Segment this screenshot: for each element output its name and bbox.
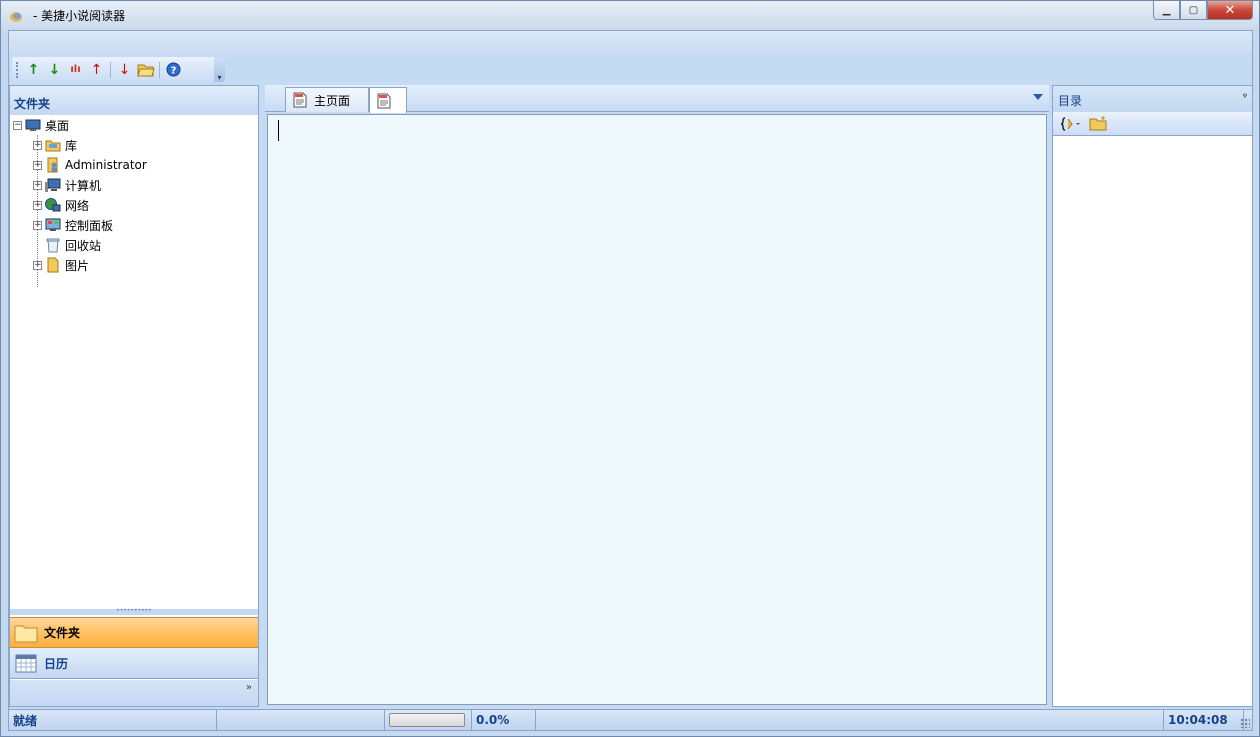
toc-panel-title: 目录	[1058, 94, 1083, 108]
doc-icon	[293, 92, 307, 108]
folder-tree: − 桌面 + 库 + Administrator + 计算机 + 网络 + 控制…	[10, 115, 258, 609]
nav-pane-footer: »	[10, 680, 258, 706]
move-down-icon[interactable]: ↓	[44, 60, 65, 80]
next-icon[interactable]: ↓	[114, 60, 135, 80]
control-panel-icon	[45, 218, 61, 231]
close-button[interactable]: ✕	[1207, 1, 1253, 20]
collapse-icon[interactable]: −	[13, 120, 22, 130]
folder-icon	[14, 625, 38, 642]
tree-item-label: 图片	[65, 258, 90, 273]
tab-strip: 主页面	[265, 85, 1049, 113]
tree-item-label: 库	[65, 138, 78, 153]
expand-icon[interactable]: +	[33, 260, 42, 270]
folders-panel-title: 文件夹	[10, 86, 258, 115]
chart-icon[interactable]: ılı	[65, 60, 86, 80]
tree-item-label: 回收站	[65, 238, 102, 253]
toc-panel: 目录 ᵠ	[1052, 85, 1253, 707]
minimize-button[interactable]: ▁	[1153, 1, 1180, 20]
tree-item-control-panel[interactable]: + 控制面板	[33, 215, 113, 235]
tree-item-library[interactable]: + 库	[33, 135, 77, 155]
recycle-bin-icon	[46, 238, 60, 253]
app-icon	[10, 12, 22, 22]
app-window: - 美捷小说阅读器 ▁ ▢ ✕ ↑ ↓ ılı ↑ ↓ ? ▾ 文件夹 − 桌面…	[0, 0, 1260, 737]
reader-text-area[interactable]	[267, 114, 1047, 705]
tab-document[interactable]	[369, 87, 407, 113]
tree-item-computer[interactable]: + 计算机	[33, 175, 101, 195]
window-controls: ▁ ▢ ✕	[1153, 1, 1253, 21]
menu-band	[9, 31, 1252, 57]
computer-icon	[45, 178, 61, 192]
move-up-icon[interactable]: ↑	[23, 60, 44, 80]
desktop-icon	[25, 119, 41, 131]
configure-buttons-icon[interactable]: »	[246, 683, 252, 693]
library-icon	[45, 140, 61, 152]
tree-item-label: Administrator	[65, 158, 147, 172]
panel-splitter[interactable]: ••••••••••	[10, 608, 258, 615]
status-empty-cell	[217, 710, 385, 730]
expand-icon[interactable]: +	[33, 220, 42, 230]
status-progress-cell	[385, 710, 472, 730]
status-clock: 10:04:08	[1164, 710, 1244, 730]
tree-item-administrator[interactable]: + Administrator	[33, 155, 147, 175]
window-title: - 美捷小说阅读器	[33, 9, 126, 23]
resize-grip[interactable]	[1240, 718, 1250, 728]
folders-panel: 文件夹 − 桌面 + 库 + Administrator + 计算机 + 网络 …	[9, 85, 259, 707]
open-folder-icon[interactable]	[135, 60, 156, 80]
tree-item-label: 桌面	[45, 118, 70, 133]
expand-icon[interactable]: +	[33, 160, 42, 170]
toolbar-grip[interactable]	[16, 61, 19, 78]
main-toolbar: ↑ ↓ ılı ↑ ↓ ? ▾	[12, 57, 225, 82]
tab-list-dropdown-icon[interactable]	[1033, 94, 1043, 100]
tree-item-network[interactable]: + 网络	[33, 195, 89, 215]
tree-item-label: 控制面板	[65, 218, 114, 233]
network-icon	[45, 198, 61, 212]
nav-button-folders[interactable]: 文件夹	[10, 617, 258, 648]
expand-icon[interactable]: +	[33, 180, 42, 190]
svg-text:?: ?	[171, 66, 177, 77]
status-bar: 就绪 0.0% 10:04:08	[9, 709, 1252, 730]
tree-item-pictures[interactable]: + 图片	[33, 255, 89, 275]
text-caret	[278, 120, 279, 141]
pictures-folder-icon	[47, 257, 59, 273]
calendar-icon	[15, 654, 37, 673]
toolbar-separator	[159, 61, 160, 78]
nav-button-label: 日历	[44, 656, 69, 671]
toolbar-separator	[110, 61, 111, 78]
help-icon[interactable]: ?	[163, 60, 184, 80]
title-bar[interactable]: - 美捷小说阅读器 ▁ ▢ ✕	[1, 1, 1259, 30]
maximize-button[interactable]: ▢	[1180, 1, 1207, 20]
tab-home-page[interactable]: 主页面	[285, 87, 369, 112]
nav-button-calendar[interactable]: 日历	[10, 648, 258, 679]
status-progress-text: 0.0%	[472, 710, 536, 730]
toc-toolbar	[1053, 112, 1252, 136]
status-spacer	[536, 710, 1164, 730]
document-area: 主页面	[265, 85, 1049, 707]
client-area: ↑ ↓ ılı ↑ ↓ ? ▾ 文件夹 − 桌面 + 库 + Administr…	[8, 30, 1253, 731]
prev-icon[interactable]: ↑	[86, 60, 107, 80]
doc-icon	[377, 93, 391, 108]
expand-icon[interactable]: +	[33, 200, 42, 210]
status-ready: 就绪	[9, 710, 217, 730]
tab-label: 主页面	[314, 93, 351, 108]
toc-panel-header: 目录 ᵠ	[1053, 86, 1252, 112]
progress-bar	[389, 713, 465, 727]
toc-tool-icon[interactable]	[1061, 116, 1081, 132]
toc-list[interactable]	[1053, 137, 1252, 706]
pin-icon[interactable]: ᵠ	[1243, 92, 1247, 103]
toolbar-overflow-button[interactable]: ▾	[214, 57, 225, 82]
new-folder-icon[interactable]	[1089, 116, 1107, 131]
user-folder-icon	[47, 157, 58, 173]
tree-item-label: 计算机	[65, 178, 102, 193]
expand-icon[interactable]: +	[33, 140, 42, 150]
tree-item-label: 网络	[65, 198, 90, 213]
nav-button-label: 文件夹	[44, 626, 81, 640]
tree-item-recycle-bin[interactable]: 回收站	[33, 235, 101, 255]
tree-item-desktop[interactable]: − 桌面	[13, 115, 69, 135]
